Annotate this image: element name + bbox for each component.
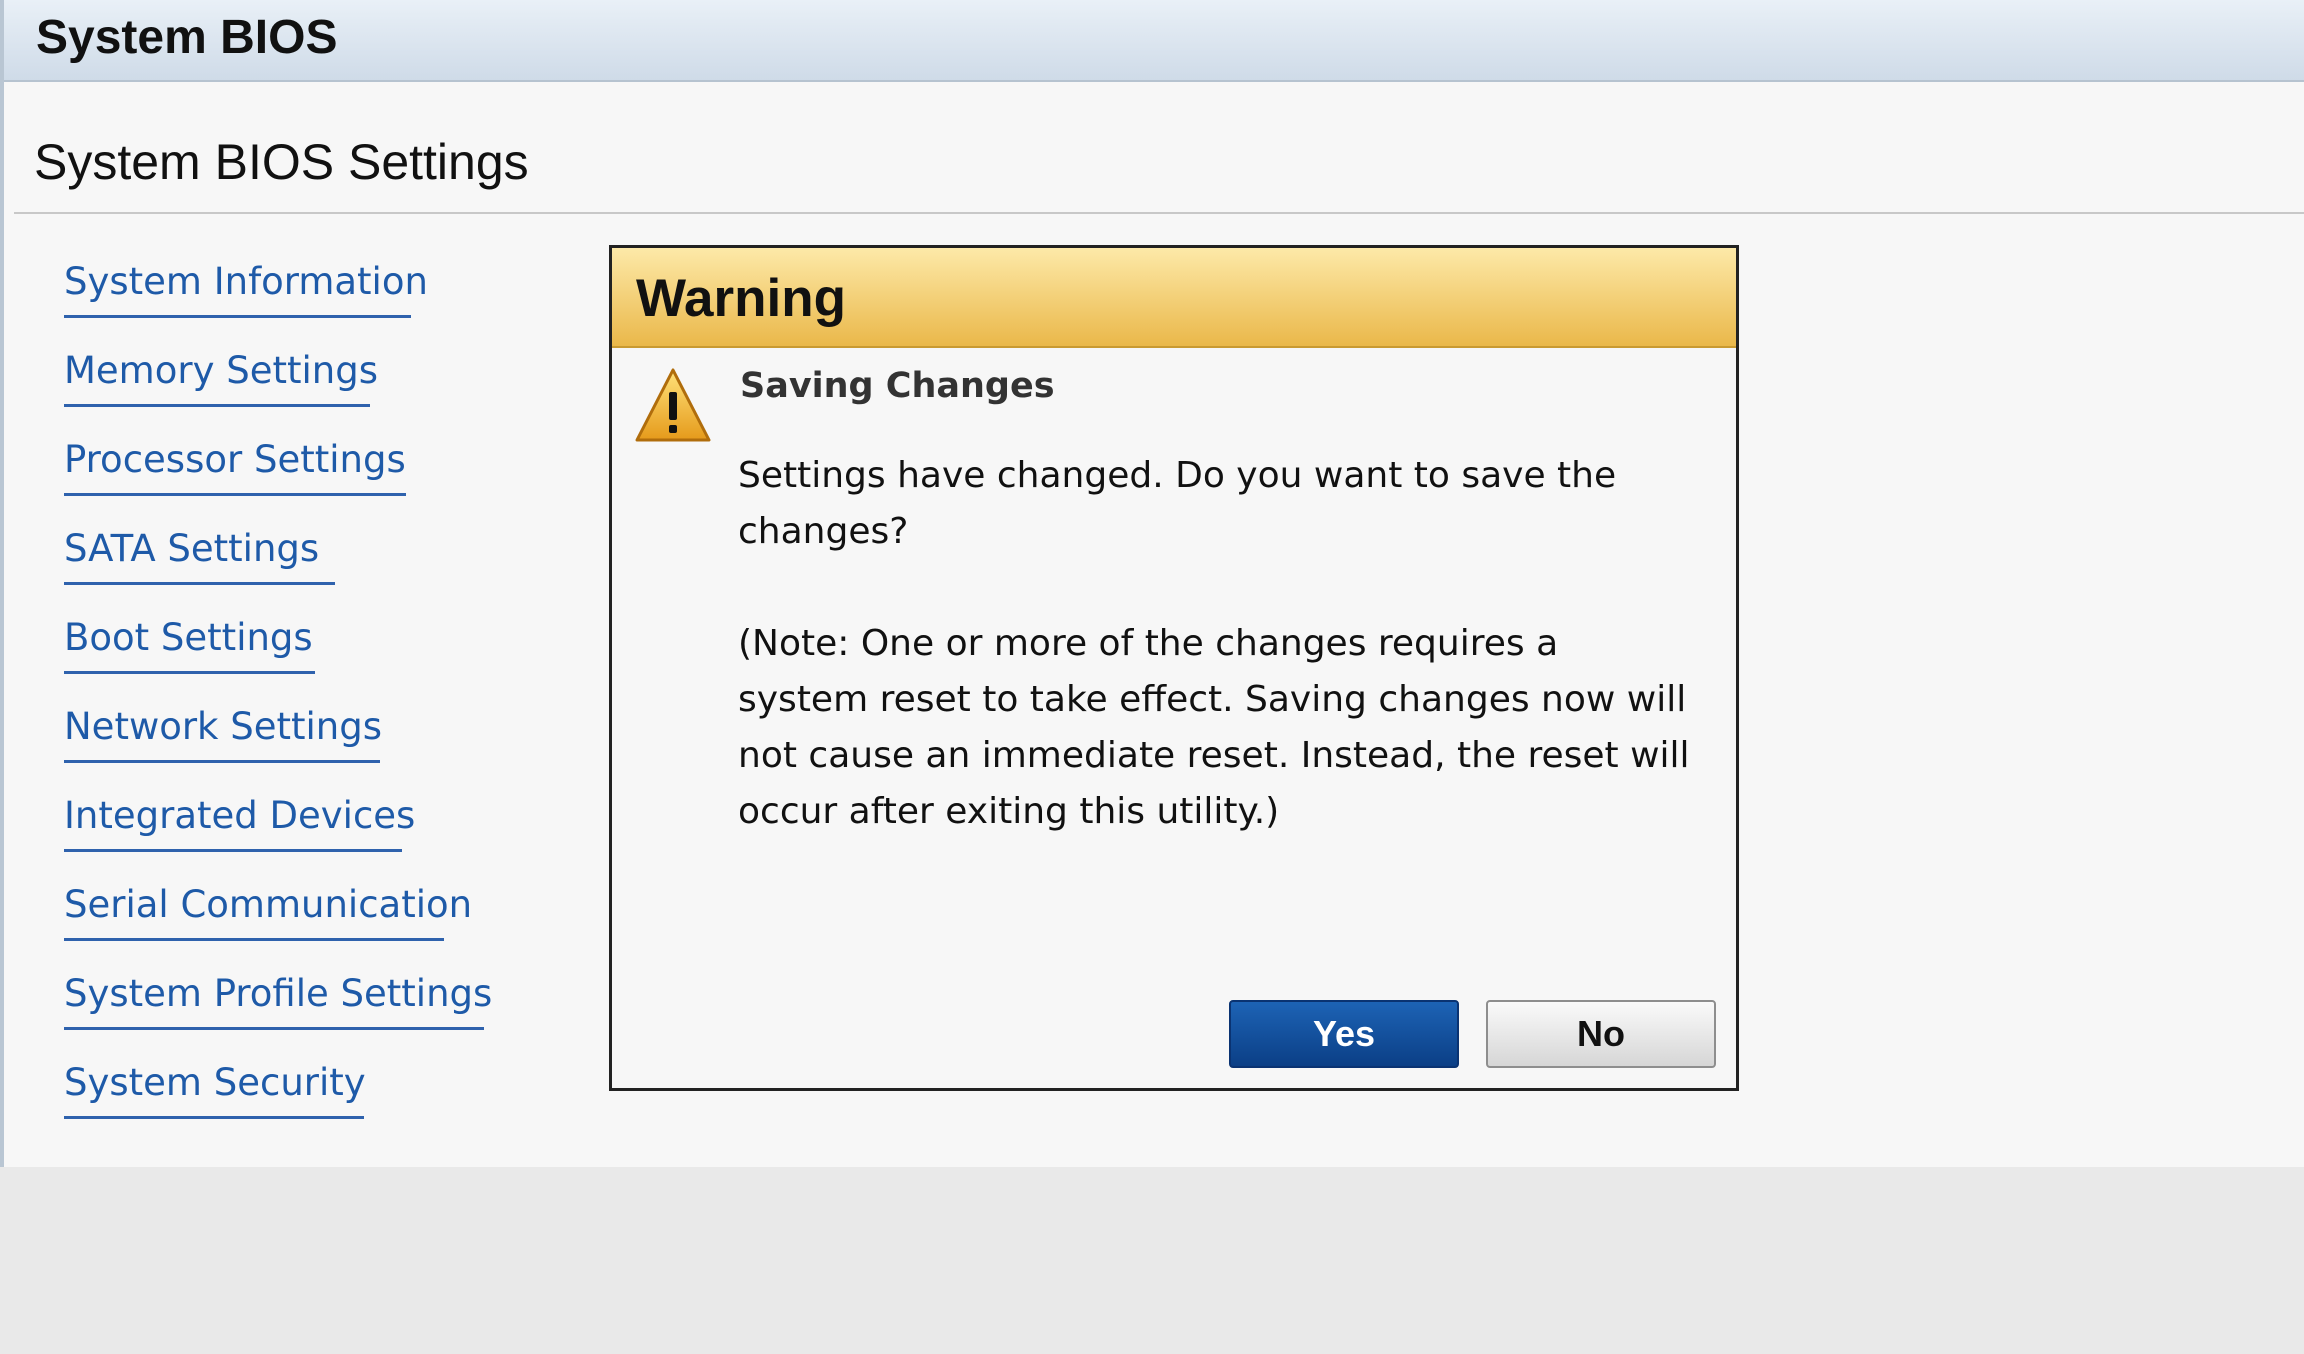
dialog-heading: Saving Changes	[740, 366, 1055, 406]
page-title: System BIOS Settings	[34, 134, 529, 190]
nav-serial-communication[interactable]: Serial Communication	[64, 873, 472, 941]
nav-memory-settings[interactable]: Memory Settings	[64, 339, 378, 407]
nav-system-security[interactable]: System Security	[64, 1051, 366, 1119]
nav-boot-settings[interactable]: Boot Settings	[64, 606, 315, 674]
nav-integrated-devices[interactable]: Integrated Devices	[64, 784, 415, 852]
dialog-message: Settings have changed. Do you want to sa…	[738, 448, 1698, 840]
dialog-title: Warning	[636, 269, 847, 328]
warning-dialog: Warning Saving Changes Settings have cha…	[609, 245, 1739, 1091]
nav-network-settings[interactable]: Network Settings	[64, 695, 382, 763]
nav-system-profile-settings[interactable]: System Profile Settings	[64, 962, 492, 1030]
title-divider	[14, 212, 2304, 214]
nav-sata-settings[interactable]: SATA Settings	[64, 517, 335, 585]
no-button[interactable]: No	[1486, 1000, 1716, 1068]
bios-window: System BIOS System BIOS Settings System …	[0, 0, 2304, 1167]
warning-icon	[635, 368, 711, 442]
nav-processor-settings[interactable]: Processor Settings	[64, 428, 406, 496]
app-title: System BIOS	[36, 11, 338, 64]
nav-system-information[interactable]: System Information	[64, 250, 428, 318]
yes-button[interactable]: Yes	[1229, 1000, 1459, 1068]
dialog-note-text: (Note: One or more of the changes requir…	[738, 623, 1690, 832]
dialog-message-text: Settings have changed. Do you want to sa…	[738, 455, 1617, 552]
dialog-header: Warning	[612, 248, 1736, 348]
app-header: System BIOS	[4, 0, 2304, 82]
